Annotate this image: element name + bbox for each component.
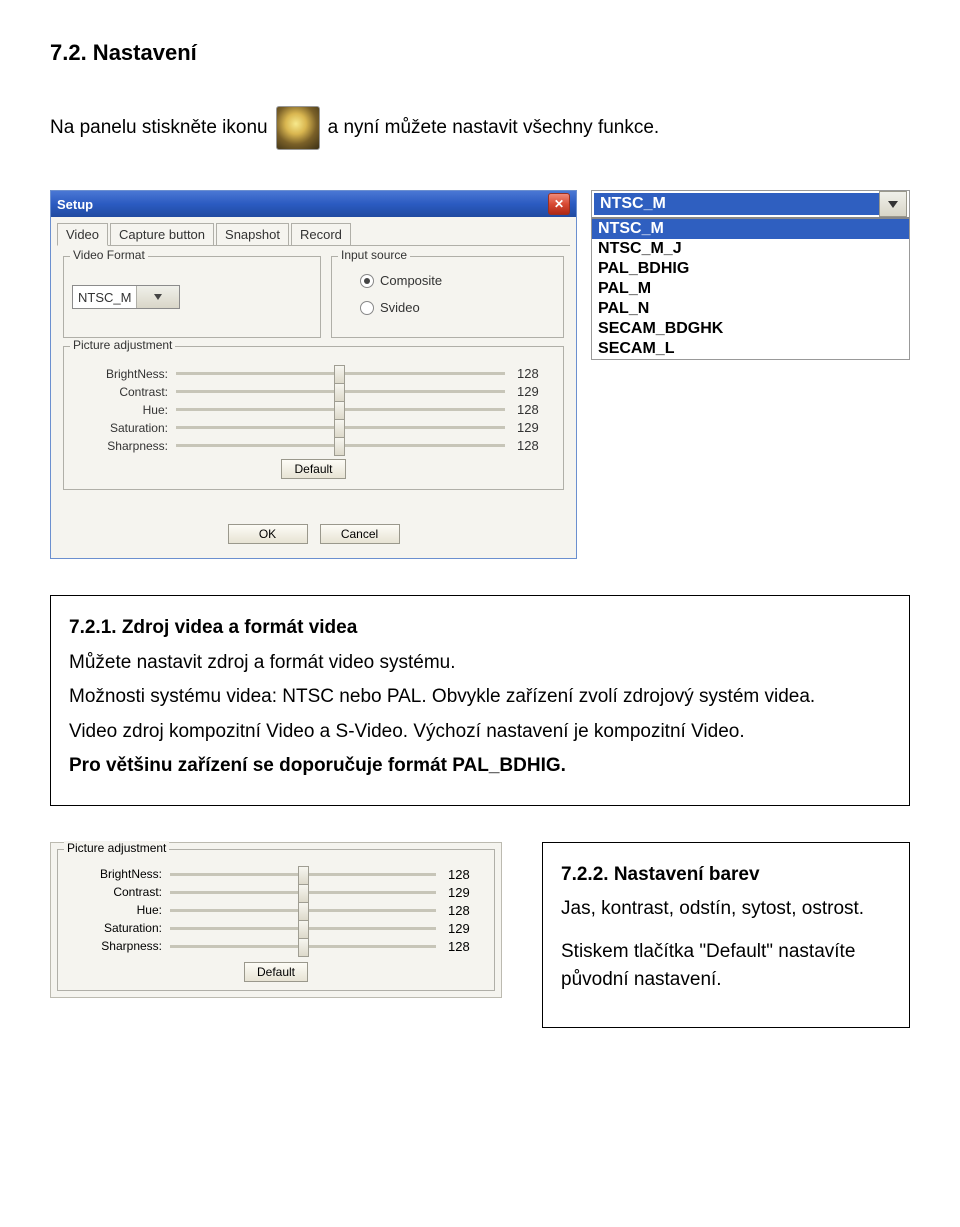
ok-button[interactable]: OK (228, 524, 308, 544)
intro-line: Na panelu stiskněte ikonu a nyní můžete … (50, 106, 910, 150)
intro-text-before: Na panelu stiskněte ikonu (50, 117, 268, 139)
paragraph: Jas, kontrast, odstín, sytost, ostrost. (561, 895, 891, 924)
dropdown-option[interactable]: PAL_N (592, 299, 909, 319)
window-title: Setup (57, 197, 93, 212)
radio-label: Composite (380, 273, 442, 288)
slider-value: 129 (448, 921, 486, 936)
slider-label: Hue: (72, 403, 176, 417)
slider-label: Saturation: (72, 421, 176, 435)
slider-label: BrightNess: (66, 867, 170, 881)
paragraph: Možnosti systému videa: NTSC nebo PAL. O… (69, 683, 891, 712)
info-box-video-source: 7.2.1. Zdroj videa a formát videa Můžete… (50, 595, 910, 806)
tab-bar: Video Capture button Snapshot Record (51, 217, 576, 245)
radio-label: Svideo (380, 300, 420, 315)
slider-label: Hue: (66, 903, 170, 917)
gear-icon (276, 106, 320, 150)
dropdown-option[interactable]: SECAM_L (592, 339, 909, 359)
dropdown-selected-value: NTSC_M (594, 193, 879, 215)
tab-content: Video Format NTSC_M Input source Composi… (57, 245, 570, 508)
video-format-fieldset: Video Format NTSC_M (63, 256, 321, 338)
input-source-fieldset: Input source Composite Svideo (331, 256, 564, 338)
section-heading: 7.2. Nastavení (50, 40, 910, 66)
dropdown-option[interactable]: PAL_M (592, 279, 909, 299)
slider-value: 128 (517, 366, 555, 381)
slider-label: Sharpness: (72, 439, 176, 453)
radio-icon (360, 274, 374, 288)
slider-track[interactable] (176, 444, 505, 447)
default-button[interactable]: Default (244, 962, 308, 982)
slider-label: BrightNess: (72, 367, 176, 381)
slider-value: 128 (517, 438, 555, 453)
slider-track[interactable] (176, 390, 505, 393)
input-source-legend: Input source (338, 248, 410, 262)
dropdown-option[interactable]: PAL_BDHIG (592, 259, 909, 279)
dropdown-option[interactable]: SECAM_BDGHK (592, 319, 909, 339)
radio-svideo[interactable]: Svideo (360, 300, 555, 315)
cancel-button[interactable]: Cancel (320, 524, 400, 544)
tab-record[interactable]: Record (291, 223, 351, 245)
slider-label: Contrast: (72, 385, 176, 399)
paragraph: Stiskem tlačítka "Default" nastavíte pův… (561, 938, 891, 995)
subsection-heading: 7.2.2. Nastavení barev (561, 861, 891, 890)
slider-track[interactable] (176, 426, 505, 429)
close-icon[interactable]: ✕ (548, 193, 570, 215)
video-format-dropdown[interactable]: NTSC_M (72, 285, 180, 309)
slider-row: Sharpness: 128 (66, 939, 486, 954)
tab-capture-button[interactable]: Capture button (110, 223, 214, 245)
slider-track[interactable] (170, 891, 436, 894)
video-format-legend: Video Format (70, 248, 148, 262)
slider-row: Contrast: 129 (66, 885, 486, 900)
slider-value: 129 (517, 420, 555, 435)
format-dropdown-open: NTSC_M NTSC_MNTSC_M_JPAL_BDHIGPAL_MPAL_N… (591, 190, 910, 360)
slider-label: Contrast: (66, 885, 170, 899)
slider-value: 129 (448, 885, 486, 900)
paragraph: Video zdroj kompozitní Video a S-Video. … (69, 718, 891, 747)
picture-adjustment-panel: Picture adjustment BrightNess: 128 Contras… (50, 842, 502, 998)
default-button[interactable]: Default (281, 459, 345, 479)
slider-row: Saturation: 129 (66, 921, 486, 936)
slider-row: Hue: 128 (66, 903, 486, 918)
slider-value: 128 (517, 402, 555, 417)
dropdown-option[interactable]: NTSC_M (592, 219, 909, 239)
video-format-selected: NTSC_M (73, 290, 136, 305)
tab-snapshot[interactable]: Snapshot (216, 223, 289, 245)
radio-icon (360, 301, 374, 315)
slider-row: Contrast: 129 (72, 384, 555, 399)
subsection-heading: 7.2.1. Zdroj videa a formát videa (69, 614, 891, 643)
setup-dialog: Setup ✕ Video Capture button Snapshot Re… (50, 190, 577, 559)
dropdown-option[interactable]: NTSC_M_J (592, 239, 909, 259)
paragraph-emphasis: Pro většinu zařízení se doporučuje formá… (69, 752, 891, 781)
slider-row: Saturation: 129 (72, 420, 555, 435)
slider-label: Sharpness: (66, 939, 170, 953)
radio-composite[interactable]: Composite (360, 273, 555, 288)
slider-label: Saturation: (66, 921, 170, 935)
dropdown-head[interactable]: NTSC_M (592, 191, 909, 219)
intro-text-after: a nyní můžete nastavit všechny funkce. (328, 117, 660, 139)
tab-video[interactable]: Video (57, 223, 108, 246)
paragraph: Můžete nastavit zdroj a formát video sys… (69, 649, 891, 678)
slider-row: Hue: 128 (72, 402, 555, 417)
slider-row: Sharpness: 128 (72, 438, 555, 453)
slider-track[interactable] (170, 873, 436, 876)
slider-track[interactable] (170, 909, 436, 912)
picture-adjustment-fieldset: Picture adjustment BrightNess:128Contras… (63, 346, 564, 490)
slider-value: 128 (448, 903, 486, 918)
slider-track[interactable] (170, 945, 436, 948)
slider-row: BrightNess: 128 (66, 867, 486, 882)
slider-value: 128 (448, 867, 486, 882)
slider-track[interactable] (176, 408, 505, 411)
slider-row: BrightNess: 128 (72, 366, 555, 381)
info-box-color-settings: 7.2.2. Nastavení barev Jas, kontrast, od… (542, 842, 910, 1028)
slider-value: 129 (517, 384, 555, 399)
picture-adjustment-legend: Picture adjustment (70, 338, 175, 352)
dialog-footer: OK Cancel (51, 508, 576, 558)
chevron-down-icon (136, 286, 179, 308)
slider-track[interactable] (170, 927, 436, 930)
dropdown-list: NTSC_MNTSC_M_JPAL_BDHIGPAL_MPAL_NSECAM_B… (592, 219, 909, 359)
picture-adjustment-legend: Picture adjustment (64, 841, 169, 855)
chevron-down-icon (879, 191, 907, 217)
slider-track[interactable] (176, 372, 505, 375)
titlebar: Setup ✕ (51, 191, 576, 217)
slider-value: 128 (448, 939, 486, 954)
